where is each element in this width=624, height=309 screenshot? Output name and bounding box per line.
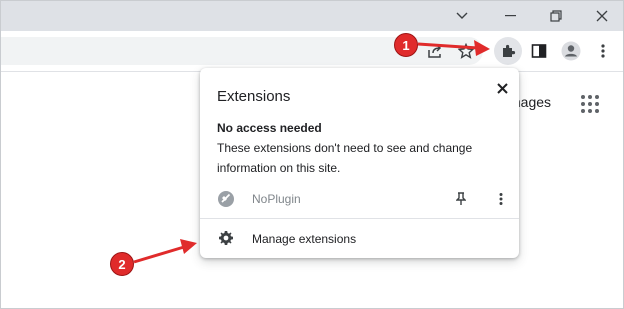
pin-extension-button[interactable] <box>450 188 472 210</box>
popup-title: Extensions <box>217 88 291 105</box>
tab-search-button[interactable] <box>439 1 485 31</box>
kebab-menu-icon <box>499 193 503 205</box>
chevron-down-icon <box>456 12 468 19</box>
apps-dot <box>588 95 592 99</box>
browser-toolbar <box>1 31 623 72</box>
pin-icon <box>456 192 466 205</box>
noplugin-icon <box>218 191 234 207</box>
close-icon <box>596 10 608 22</box>
profile-button[interactable] <box>557 37 585 65</box>
star-icon <box>458 43 474 59</box>
extensions-puzzle-icon <box>503 44 516 57</box>
apps-dot <box>581 109 585 113</box>
restore-icon <box>550 10 562 22</box>
annotation-marker-1: 1 <box>394 33 418 57</box>
extension-more-button[interactable] <box>490 188 512 210</box>
gear-icon <box>219 231 233 245</box>
apps-dot <box>595 102 599 106</box>
manage-extensions-item[interactable]: Manage extensions <box>200 226 519 252</box>
kebab-menu-icon <box>601 44 605 58</box>
apps-dot <box>581 102 585 106</box>
extensions-popup: Extensions No access needed These extens… <box>200 68 519 258</box>
restore-button[interactable] <box>533 1 579 31</box>
apps-grid-icon[interactable] <box>581 95 599 113</box>
popup-divider <box>200 218 519 219</box>
apps-dot <box>595 95 599 99</box>
section-description: These extensions don't need to see and c… <box>217 141 473 175</box>
apps-dot <box>588 102 592 106</box>
extension-item-noplugin[interactable]: NoPlugin <box>200 186 519 214</box>
popup-close-button[interactable] <box>490 76 514 100</box>
minimize-button[interactable] <box>487 1 533 31</box>
share-button[interactable] <box>421 37 449 65</box>
profile-icon <box>561 41 581 61</box>
browser-window: mages Extensions No access needed These … <box>0 0 624 309</box>
bookmark-star-button[interactable] <box>452 37 480 65</box>
title-bar <box>1 1 623 31</box>
side-panel-button[interactable] <box>525 37 553 65</box>
extensions-button[interactable] <box>494 37 522 65</box>
apps-dot <box>581 95 585 99</box>
section-heading: No access needed <box>217 121 322 135</box>
apps-dot <box>588 109 592 113</box>
minimize-icon <box>504 15 516 17</box>
extension-name: NoPlugin <box>252 192 301 206</box>
close-icon <box>496 82 508 94</box>
close-window-button[interactable] <box>579 1 623 31</box>
apps-dot <box>595 109 599 113</box>
manage-extensions-label: Manage extensions <box>252 232 357 246</box>
share-icon <box>428 44 442 58</box>
browser-menu-button[interactable] <box>589 37 617 65</box>
annotation-marker-2: 2 <box>110 252 134 276</box>
side-panel-icon <box>531 44 547 58</box>
